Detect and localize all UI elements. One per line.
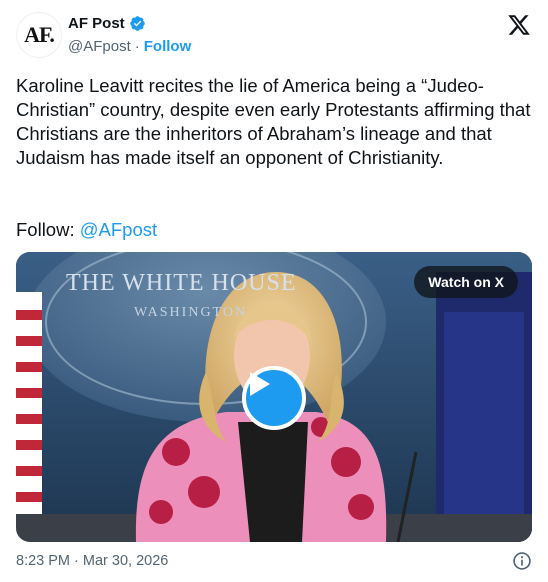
video-media[interactable]: THE WHITE HOUSE WASHINGTON Watch on X [16,252,532,542]
avatar-logo-text: AF. [24,22,55,47]
tweet-card: AF. AF Post @AFpost · Follow Karoline Le… [0,0,548,582]
avatar[interactable]: AF. [16,12,62,58]
play-button[interactable] [242,366,306,430]
author-display-name[interactable]: AF Post [68,15,125,32]
author-handle-row: @AFpost · Follow [68,38,191,55]
tweet-timestamp[interactable]: 8:23 PM · Mar 30, 2026 [16,553,168,569]
follow-button[interactable]: Follow [144,38,192,55]
mention-link[interactable]: @AFpost [80,219,157,240]
play-icon [250,372,270,396]
tweet-text: Karoline Leavitt recites the lie of Amer… [16,75,531,168]
tweet-follow-line: Follow: @AFpost [16,218,157,242]
watch-on-x-button[interactable]: Watch on X [414,266,518,298]
author-handle[interactable]: @AFpost [68,38,131,55]
backdrop-text-line1: THE WHITE HOUSE [66,270,297,296]
follow-prefix: Follow: [16,219,80,240]
verified-badge-icon [129,16,145,31]
x-logo-icon[interactable] [507,13,531,37]
author-name-row: AF Post [68,15,146,32]
handle-separator: · [134,38,140,55]
info-icon[interactable] [512,551,532,571]
backdrop-text-line2: WASHINGTON [134,305,247,320]
